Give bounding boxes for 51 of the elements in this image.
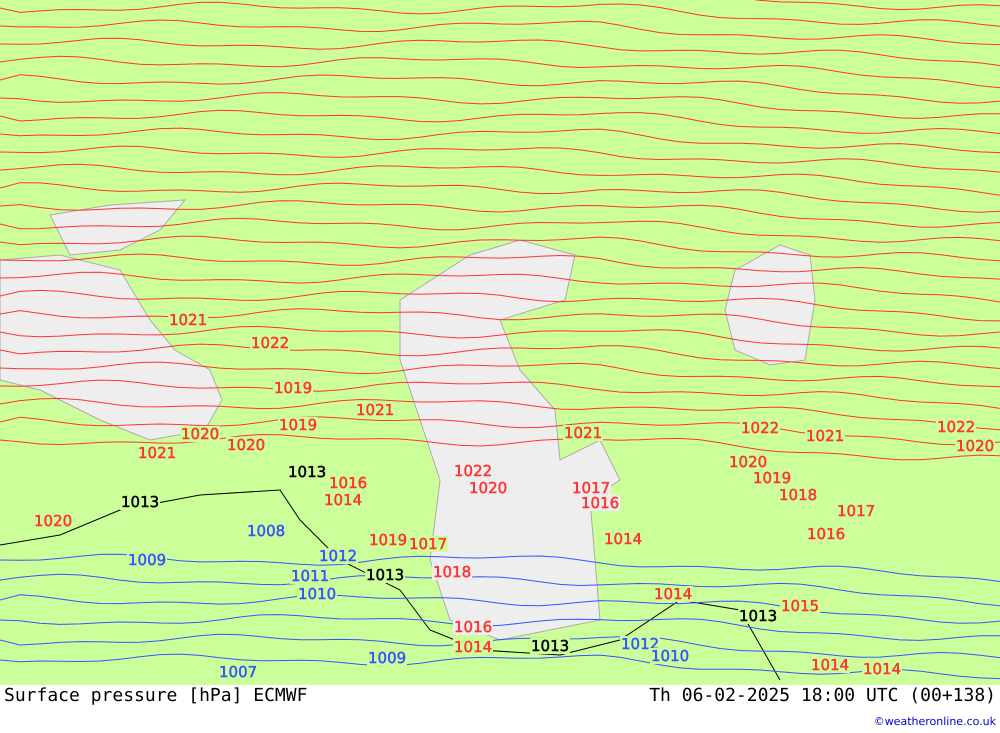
isobar-label: 1012 xyxy=(318,548,358,564)
isobar-label: 1019 xyxy=(752,470,792,486)
isobar-label: 1020 xyxy=(468,480,508,496)
isobar-label: 1013 xyxy=(120,494,160,510)
isobar-label: 1021 xyxy=(355,402,396,418)
isobar-label: 1022 xyxy=(936,419,976,435)
isobar-label: 1017 xyxy=(408,536,448,552)
isobar-label: 1017 xyxy=(836,503,876,519)
isobar-label: 1014 xyxy=(810,657,850,673)
isobar-label: 1021 xyxy=(168,312,208,328)
isobar-label: 1019 xyxy=(368,532,408,548)
isobar-label: 1020 xyxy=(33,513,74,529)
isobar-label: 1013 xyxy=(287,464,328,480)
isobar-label: 1008 xyxy=(246,523,286,539)
isobar-label: 1009 xyxy=(367,650,408,666)
isobar-label: 1016 xyxy=(328,475,368,491)
isobar-label: 1018 xyxy=(432,564,472,580)
isobar-label: 1014 xyxy=(453,639,494,655)
isobar-label: 1010 xyxy=(650,648,690,664)
isobar-label: 1013 xyxy=(738,608,778,624)
isobar-label: 1015 xyxy=(780,598,820,614)
isobar-label: 1020 xyxy=(728,454,768,470)
isobar-label: 1016 xyxy=(453,619,494,635)
isobar-label: 1019 xyxy=(278,417,318,433)
credit-link[interactable]: ©weatheronline.co.uk xyxy=(874,715,996,728)
valid-time: Th 06-02-2025 18:00 UTC (00+138) xyxy=(649,685,996,707)
isobar-label: 1020 xyxy=(180,426,220,442)
isobar-label: 1016 xyxy=(806,526,846,542)
isobar-label: 1019 xyxy=(273,380,314,396)
chart-title: Surface pressure [hPa] ECMWF xyxy=(4,685,308,708)
isobar-label: 1020 xyxy=(955,438,996,454)
isobar-label: 1020 xyxy=(226,437,266,453)
isobar-label: 1017 xyxy=(571,480,612,496)
isobar-label: 1014 xyxy=(862,661,902,677)
isobar-label: 1021 xyxy=(563,425,604,441)
isobar-label: 1014 xyxy=(653,586,694,602)
isobar-label: 1007 xyxy=(218,664,258,680)
isobar-label: 1009 xyxy=(127,552,168,568)
isobar-label: 1022 xyxy=(453,463,494,479)
isobar-label: 1011 xyxy=(290,568,330,584)
isobar-label: 1022 xyxy=(250,335,290,351)
isobar-label: 1022 xyxy=(740,420,780,436)
isobar-label: 1018 xyxy=(778,487,818,503)
isobar-label: 1021 xyxy=(805,428,846,444)
isobar-label: 1013 xyxy=(365,567,406,583)
isobar-label: 1010 xyxy=(297,586,338,602)
isobar-label: 1014 xyxy=(603,531,644,547)
isobar-label: 1013 xyxy=(530,638,570,654)
isobar-label: 1014 xyxy=(323,492,364,508)
isobar-label: 1021 xyxy=(137,445,178,461)
isobar-label: 1016 xyxy=(580,495,620,511)
